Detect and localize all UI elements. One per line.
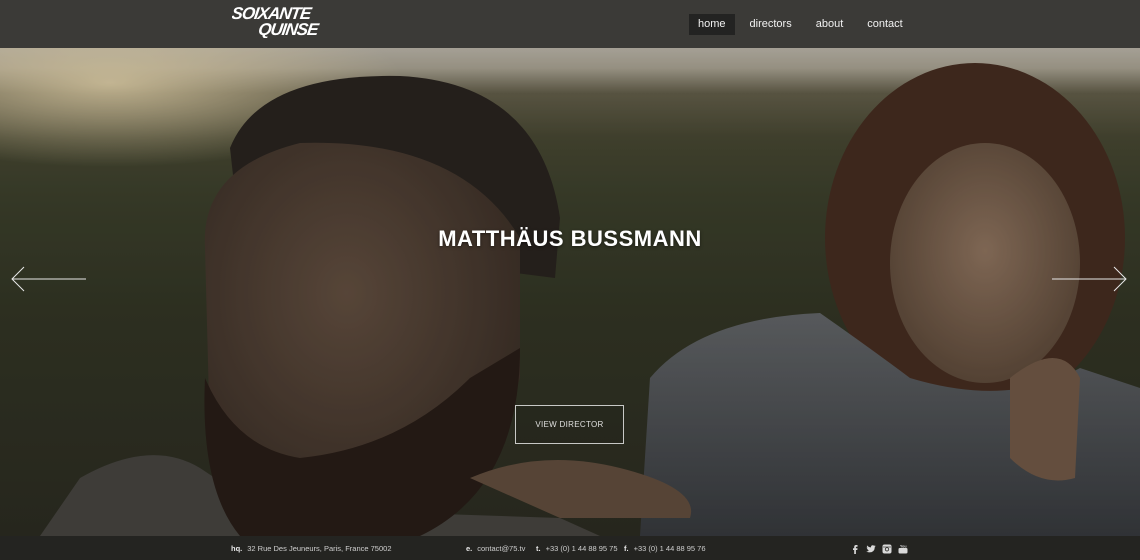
prev-slide-button[interactable] [10, 264, 88, 294]
view-director-button[interactable]: VIEW DIRECTOR [515, 405, 624, 444]
hero-image [0, 48, 1140, 536]
arrow-left-icon [11, 266, 86, 292]
footer-phone: t. +33 (0) 1 44 88 95 75 [536, 544, 618, 553]
arrow-right-icon [1052, 266, 1127, 292]
svg-text:You: You [900, 544, 907, 548]
nav-about[interactable]: about [807, 14, 853, 35]
footer-hq-key: hq. [231, 544, 243, 553]
footer-email-key: e. [466, 544, 473, 553]
nav-home[interactable]: home [689, 14, 735, 35]
main-nav: home directors about contact [689, 14, 918, 35]
site-footer: hq. 32 Rue Des Jeuneurs, Paris, France 75… [0, 536, 1140, 560]
social-links: You [850, 544, 908, 554]
youtube-icon[interactable]: You [898, 544, 908, 554]
footer-tel-value: +33 (0) 1 44 88 95 75 [545, 544, 618, 553]
nav-directors[interactable]: directors [741, 14, 801, 35]
footer-fax-value: +33 (0) 1 44 88 95 76 [633, 544, 706, 553]
logo[interactable]: SOIXANTE QUINSE [232, 4, 347, 38]
footer-hq-value: 32 Rue Des Jeuneurs, Paris, France 75002 [247, 544, 392, 553]
twitter-icon[interactable] [866, 544, 876, 554]
next-slide-button[interactable] [1050, 264, 1128, 294]
instagram-icon[interactable] [882, 544, 892, 554]
logo-line2: QUINSE [257, 20, 320, 38]
facebook-icon[interactable] [850, 544, 860, 554]
footer-email-value[interactable]: contact@75.tv [477, 544, 525, 553]
footer-fax-key: f. [624, 544, 629, 553]
footer-tel-key: t. [536, 544, 541, 553]
site-header: SOIXANTE QUINSE home directors about con… [0, 0, 1140, 48]
footer-email[interactable]: e. contact@75.tv [466, 544, 525, 553]
nav-contact[interactable]: contact [858, 14, 911, 35]
slide-title: MATTHÄUS BUSSMANN [438, 226, 702, 251]
footer-address: hq. 32 Rue Des Jeuneurs, Paris, France 75… [231, 544, 392, 553]
footer-fax: f. +33 (0) 1 44 88 95 76 [624, 544, 706, 553]
hero-slider: MATTHÄUS BUSSMANN VIEW DIRECTOR [0, 48, 1140, 536]
